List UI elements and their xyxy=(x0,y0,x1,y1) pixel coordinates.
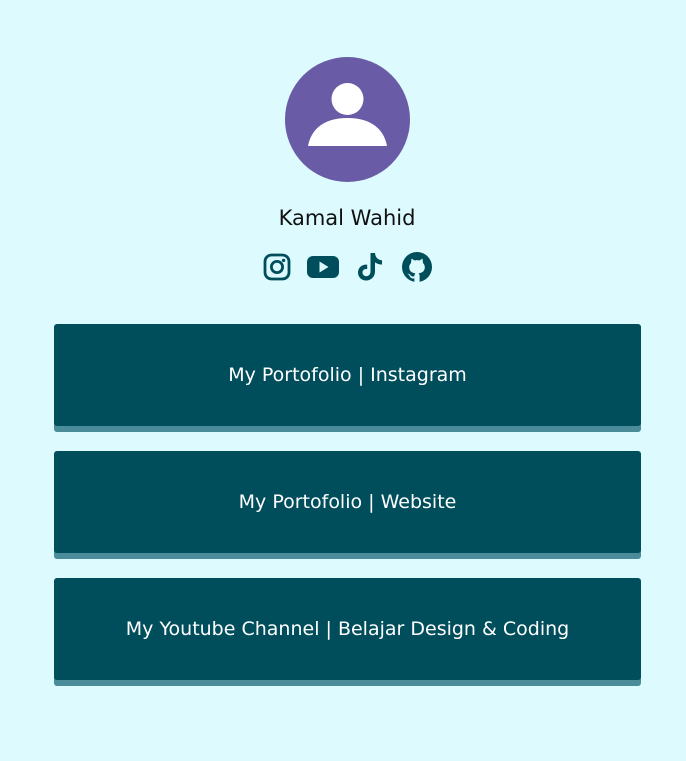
tiktok-link[interactable] xyxy=(354,250,388,284)
github-icon xyxy=(402,252,432,282)
instagram-link[interactable] xyxy=(260,250,294,284)
instagram-icon xyxy=(263,253,291,281)
social-links xyxy=(260,250,436,284)
portfolio-instagram-button[interactable]: My Portofolio | Instagram xyxy=(54,324,641,426)
youtube-link[interactable] xyxy=(306,250,340,284)
user-silhouette-icon xyxy=(308,83,387,146)
youtube-channel-button[interactable]: My Youtube Channel | Belajar Design & Co… xyxy=(54,578,641,680)
youtube-icon xyxy=(307,256,339,278)
portfolio-website-button[interactable]: My Portofolio | Website xyxy=(54,451,641,553)
avatar xyxy=(285,57,410,182)
github-link[interactable] xyxy=(400,250,434,284)
profile-name: Kamal Wahid xyxy=(278,206,416,230)
tiktok-icon xyxy=(358,253,382,281)
